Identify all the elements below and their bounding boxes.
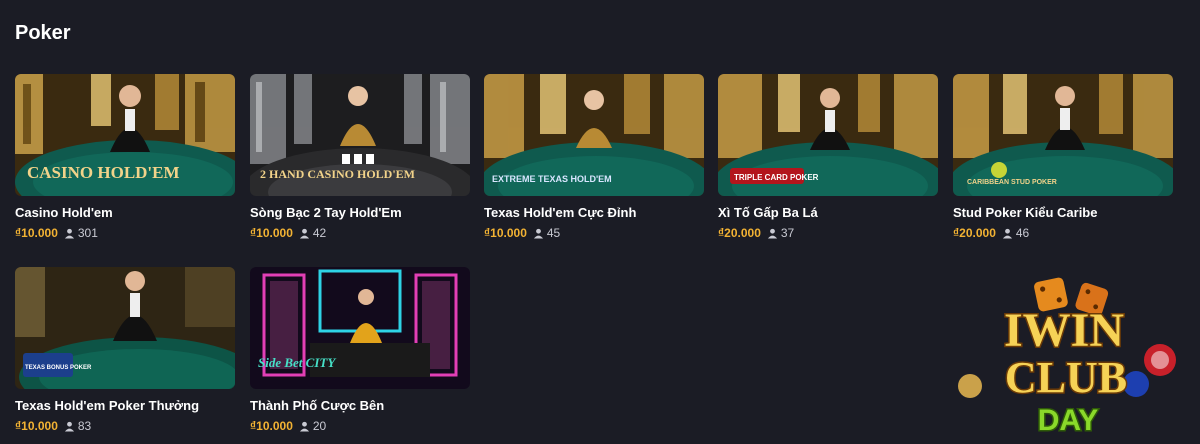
player-count-value: 37 <box>780 226 795 240</box>
game-thumbnail[interactable]: CARIBBEAN STUD POKER <box>953 74 1173 196</box>
thumb-logo-text: TRIPLE CARD POKER <box>734 173 819 182</box>
thumb-logo-text: CARIBBEAN STUD POKER <box>967 179 1057 186</box>
player-count: 46 <box>1002 226 1029 240</box>
game-title[interactable]: Stud Poker Kiểu Caribe <box>953 205 1173 220</box>
game-meta: ₫10.000 301 <box>15 226 235 240</box>
player-count-value: 42 <box>312 226 327 240</box>
game-title[interactable]: Texas Hold'em Poker Thưởng <box>15 398 235 413</box>
player-count: 20 <box>299 419 326 433</box>
game-price: ₫10.000 <box>250 419 293 433</box>
user-icon <box>299 421 309 432</box>
user-icon <box>533 228 543 239</box>
user-icon <box>64 228 74 239</box>
logo-line-1: IWIN <box>1004 304 1124 357</box>
user-icon <box>64 421 74 432</box>
game-thumbnail[interactable]: 2 HAND CASINO HOLD'EM <box>250 74 470 196</box>
section-title: Poker <box>15 22 71 44</box>
game-card[interactable]: EXTREME TEXAS HOLD'EM Texas Hold'em Cực … <box>484 74 704 240</box>
game-meta: ₫10.000 83 <box>15 419 235 433</box>
game-thumbnail[interactable]: TRIPLE CARD POKER <box>718 74 938 196</box>
game-thumbnail[interactable]: CASINO HOLD'EM <box>15 74 235 196</box>
poker-lobby: Poker CASINO HOLD'EM Casino Hold'em ₫10.… <box>0 0 1200 444</box>
player-count-value: 301 <box>77 226 98 240</box>
player-count-value: 46 <box>1015 226 1030 240</box>
game-thumbnail[interactable]: Side Bet CITY <box>250 267 470 389</box>
game-price: ₫10.000 <box>15 419 58 433</box>
game-card[interactable]: TEXAS BONUS POKER Texas Hold'em Poker Th… <box>15 267 235 433</box>
player-count-value: 45 <box>546 226 561 240</box>
game-meta: ₫10.000 45 <box>484 226 704 240</box>
logo-line-2: CLUB <box>1005 353 1127 402</box>
game-meta: ₫10.000 42 <box>250 226 470 240</box>
user-icon <box>1002 228 1012 239</box>
game-meta: ₫20.000 46 <box>953 226 1173 240</box>
thumb-logo-text: EXTREME TEXAS HOLD'EM <box>492 174 612 184</box>
game-title[interactable]: Xì Tố Gấp Ba Lá <box>718 205 938 220</box>
player-count: 83 <box>64 419 91 433</box>
game-price: ₫20.000 <box>953 226 996 240</box>
player-count: 37 <box>767 226 794 240</box>
game-price: ₫10.000 <box>484 226 527 240</box>
game-card[interactable]: TRIPLE CARD POKER Xì Tố Gấp Ba Lá ₫20.00… <box>718 74 938 240</box>
thumb-logo-text: Side Bet CITY <box>258 355 336 370</box>
game-price: ₫10.000 <box>250 226 293 240</box>
player-count: 301 <box>64 226 98 240</box>
game-card[interactable]: Side Bet CITY Thành Phố Cược Bên ₫10.000… <box>250 267 470 433</box>
game-thumbnail[interactable]: EXTREME TEXAS HOLD'EM <box>484 74 704 196</box>
player-count: 42 <box>299 226 326 240</box>
game-thumbnail[interactable]: TEXAS BONUS POKER <box>15 267 235 389</box>
player-count: 45 <box>533 226 560 240</box>
game-title[interactable]: Casino Hold'em <box>15 205 235 220</box>
game-title[interactable]: Sòng Bạc 2 Tay Hold'Em <box>250 205 470 220</box>
user-icon <box>299 228 309 239</box>
game-title[interactable]: Thành Phố Cược Bên <box>250 398 470 413</box>
game-card[interactable]: 2 HAND CASINO HOLD'EM Sòng Bạc 2 Tay Hol… <box>250 74 470 240</box>
logo-line-3: DAY <box>1038 404 1099 437</box>
thumb-logo-text: TEXAS BONUS POKER <box>25 365 92 371</box>
game-price: ₫20.000 <box>718 226 761 240</box>
player-count-value: 20 <box>312 419 327 433</box>
game-meta: ₫20.000 37 <box>718 226 938 240</box>
game-card[interactable]: CARIBBEAN STUD POKER Stud Poker Kiểu Car… <box>953 74 1173 240</box>
game-price: ₫10.000 <box>15 226 58 240</box>
thumb-logo-text: 2 HAND CASINO HOLD'EM <box>260 167 415 181</box>
player-count-value: 83 <box>77 419 92 433</box>
iwin-club-logo: IWIN CLUB DAY <box>948 268 1180 444</box>
game-title[interactable]: Texas Hold'em Cực Đỉnh <box>484 205 704 220</box>
game-card[interactable]: CASINO HOLD'EM Casino Hold'em ₫10.000 30… <box>15 74 235 240</box>
user-icon <box>767 228 777 239</box>
thumb-logo-text: CASINO HOLD'EM <box>27 163 180 182</box>
game-meta: ₫10.000 20 <box>250 419 470 433</box>
